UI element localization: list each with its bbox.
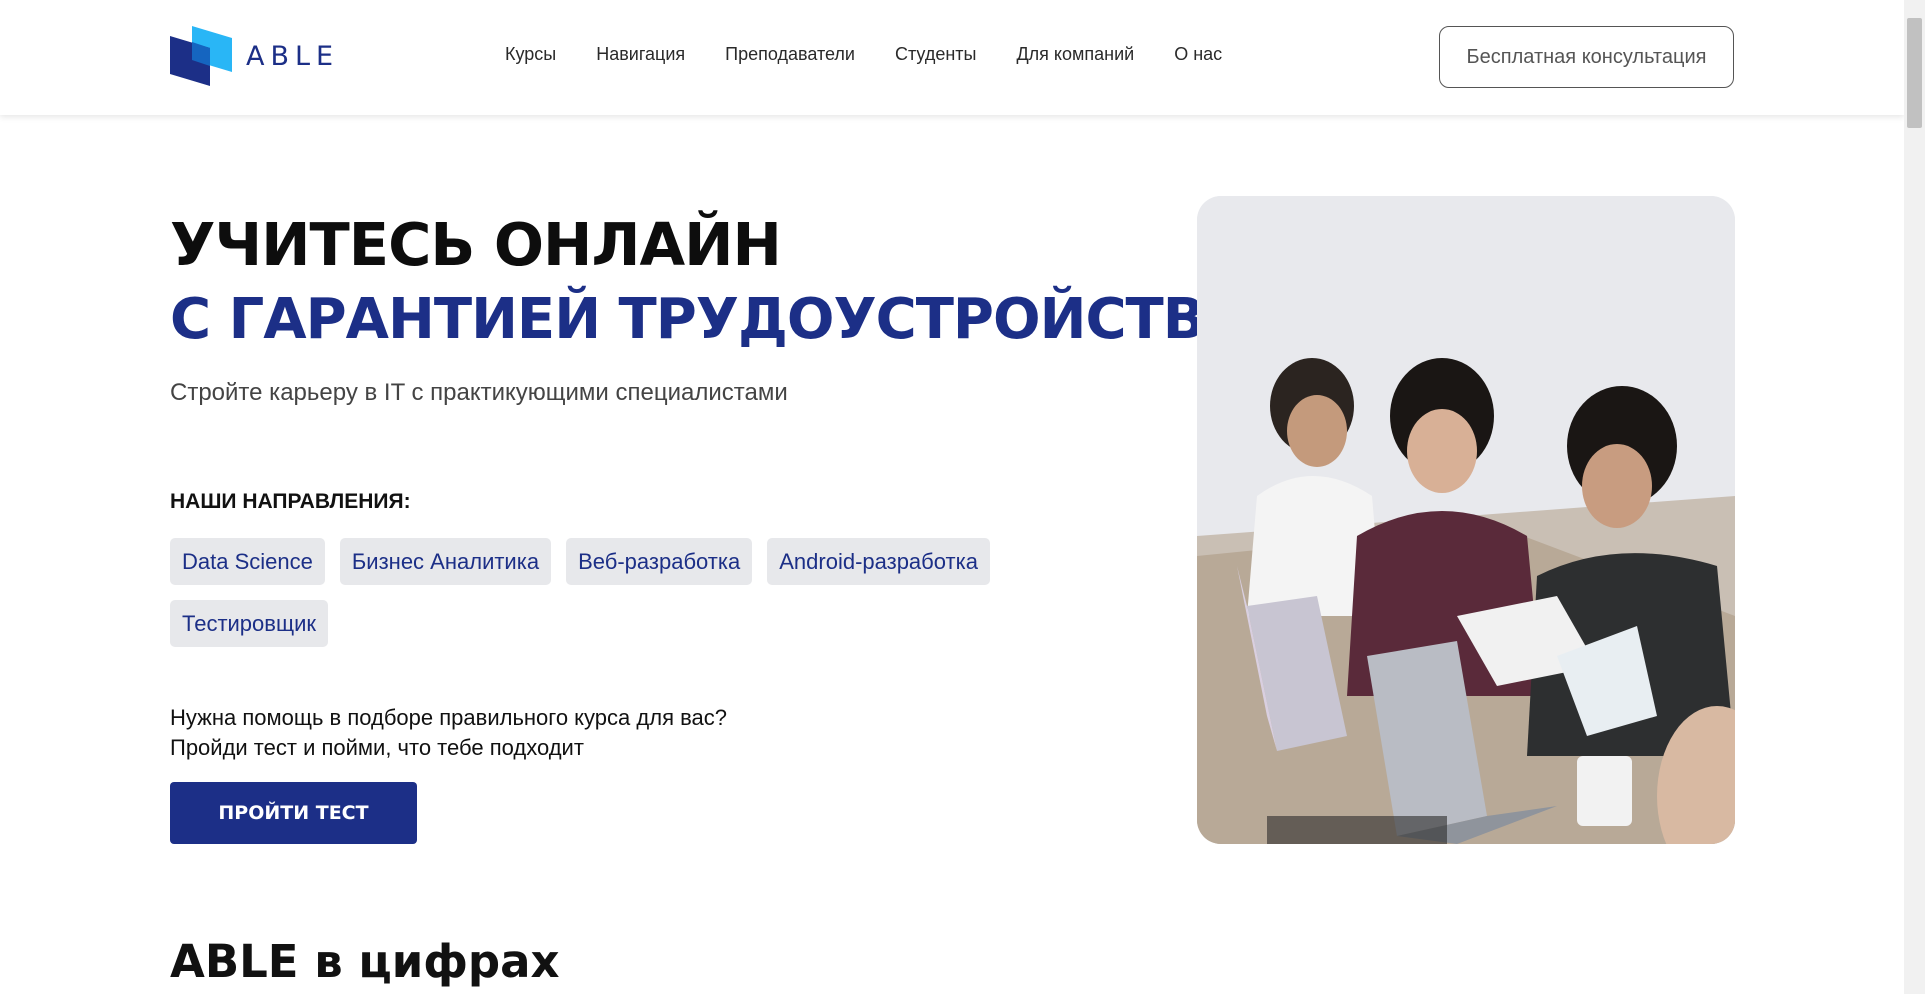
nav-for-companies[interactable]: Для компаний [1016, 44, 1134, 65]
nav-students[interactable]: Студенты [895, 44, 976, 65]
page: ABLE Курсы Навигация Преподаватели Студе… [0, 0, 1925, 994]
hero-subtitle: Стройте карьеру в IT с практикующими спе… [170, 379, 788, 406]
free-consultation-button[interactable]: Бесплатная консультация [1439, 26, 1734, 88]
direction-web-dev[interactable]: Веб-разработка [566, 538, 753, 585]
nav-about[interactable]: О нас [1174, 44, 1222, 65]
page-scrollbar[interactable] [1904, 0, 1925, 994]
nav-navigation[interactable]: Навигация [596, 44, 685, 65]
directions-label: НАШИ НАПРАВЛЕНИЯ: [170, 490, 411, 513]
direction-business-analytics[interactable]: Бизнес Аналитика [339, 538, 552, 585]
logo[interactable]: ABLE [170, 26, 339, 86]
hero-photo [1197, 196, 1735, 844]
hero-title-line1: УЧИТЕСЬ ОНЛАЙН [170, 210, 782, 279]
help-line2: Пройди тест и пойми, что тебе подходит [170, 735, 584, 760]
able-logo-icon [170, 26, 232, 86]
stats-heading: ABLE в цифрах [170, 935, 560, 988]
hero-title-line2: С ГАРАНТИЕЙ ТРУДОУСТРОЙСТВА [170, 287, 1248, 352]
main-nav: Курсы Навигация Преподаватели Студенты Д… [505, 44, 1222, 65]
logo-text: ABLE [246, 40, 340, 72]
help-line1: Нужна помощь в подборе правильного курса… [170, 705, 728, 730]
directions-list: Data Science Бизнес Аналитика Веб-разраб… [170, 538, 1070, 647]
help-text: Нужна помощь в подборе правильного курса… [170, 703, 727, 763]
nav-courses[interactable]: Курсы [505, 44, 556, 65]
scrollbar-thumb[interactable] [1907, 18, 1922, 128]
nav-teachers[interactable]: Преподаватели [725, 44, 855, 65]
site-header: ABLE Курсы Навигация Преподаватели Студе… [0, 0, 1904, 115]
direction-data-science[interactable]: Data Science [170, 538, 325, 585]
direction-android-dev[interactable]: Android-разработка [767, 538, 990, 585]
students-photo-illustration [1197, 196, 1735, 844]
take-test-button[interactable]: ПРОЙТИ ТЕСТ [170, 782, 417, 844]
direction-qa-tester[interactable]: Тестировщик [170, 600, 328, 647]
